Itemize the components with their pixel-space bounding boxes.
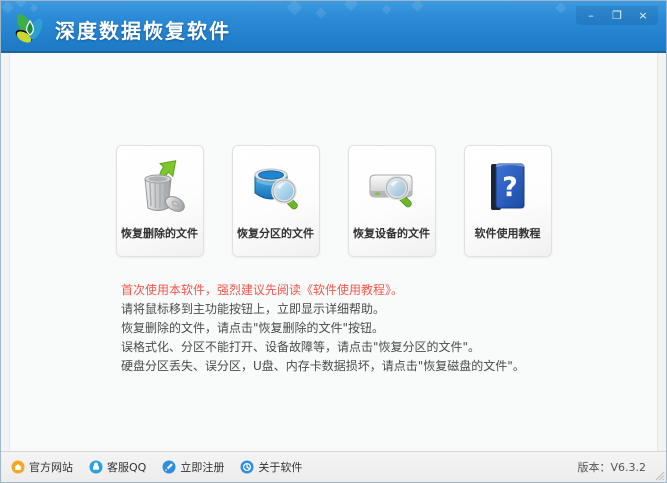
card-label: 恢复分区的文件 (237, 227, 314, 240)
app-window: 深度数据恢复软件 – ❐ × 恢复删除的文件 恢复分区的文件 恢复设备的文件 ?… (0, 0, 667, 483)
decor-diamond (411, 1, 424, 12)
register-now-label: 立即注册 (180, 461, 225, 474)
recover-deleted-files-button[interactable]: 恢复删除的文件 (115, 145, 204, 257)
version-label: 版本：V6.3.2 (577, 461, 646, 474)
first-use-warning: 首次使用本软件，强烈建议先阅读《软件使用教程》。 (121, 283, 404, 297)
trash-recover-icon (143, 160, 185, 212)
app-title: 深度数据恢复软件 (55, 19, 231, 43)
recover-partition-files-button[interactable]: 恢复分区的文件 (231, 145, 320, 257)
main-content: 恢复删除的文件 恢复分区的文件 恢复设备的文件 ? 软件使用教程 首次使用本软件… (1, 53, 666, 453)
help-line: 恢复删除的文件，请点击"恢复删除的文件"按钮。 (121, 321, 385, 335)
home-icon (11, 460, 25, 474)
status-bar: 官方网站 客服QQ 立即注册 关于软件 版本：V6.3.2 (1, 451, 666, 482)
register-icon (162, 460, 176, 474)
software-tutorial-button[interactable]: ? 软件使用教程 (463, 145, 552, 257)
decor-diamond (286, 1, 303, 16)
app-logo-icon (15, 14, 43, 43)
title-bar: 深度数据恢复软件 – ❐ × (1, 1, 666, 53)
qq-icon (89, 460, 103, 474)
resize-grip[interactable] (655, 471, 665, 481)
about-icon (240, 460, 254, 474)
card-label: 恢复删除的文件 (121, 227, 198, 240)
help-line: 请将鼠标移到主功能按钮上，立即显示详细帮助。 (121, 302, 386, 316)
card-label: 软件使用教程 (474, 227, 541, 240)
customer-service-qq-label: 客服QQ (107, 461, 147, 474)
official-website-link[interactable]: 官方网站 (11, 459, 73, 475)
action-card-row: 恢复删除的文件 恢复分区的文件 恢复设备的文件 ? 软件使用教程 (1, 145, 666, 257)
recover-device-files-button[interactable]: 恢复设备的文件 (347, 145, 436, 257)
customer-service-qq-link[interactable]: 客服QQ (89, 459, 146, 475)
decor-diamond (555, 2, 567, 14)
window-controls: – ❐ × (576, 6, 658, 25)
close-button[interactable]: × (632, 8, 654, 23)
register-now-link[interactable]: 立即注册 (162, 459, 224, 475)
partition-search-icon (254, 168, 298, 210)
decor-diamond (1, 1, 14, 14)
card-label: 恢复设备的文件 (353, 227, 430, 240)
about-software-label: 关于软件 (258, 461, 303, 474)
decor-diamond (15, 1, 27, 8)
official-website-label: 官方网站 (29, 461, 73, 474)
help-line: 误格式化、分区不能打开、设备故障等，请点击"恢复分区的文件"。 (121, 340, 481, 354)
decor-diamond (315, 7, 327, 19)
svg-text:?: ? (502, 172, 518, 203)
tutorial-book-icon: ? (490, 163, 524, 210)
decor-diamond (381, 4, 392, 15)
about-software-link[interactable]: 关于软件 (240, 459, 302, 475)
device-search-icon (369, 174, 412, 208)
help-line: 硬盘分区丢失、误分区，U盘、内存卡数据损坏，请点击"恢复磁盘的文件"。 (121, 359, 525, 373)
help-text-block: 首次使用本软件，强烈建议先阅读《软件使用教程》。 请将鼠标移到主功能按钮上，立即… (121, 281, 525, 376)
decor-diamond (343, 1, 359, 12)
minimize-button[interactable]: – (580, 8, 602, 23)
restore-button[interactable]: ❐ (606, 8, 628, 23)
